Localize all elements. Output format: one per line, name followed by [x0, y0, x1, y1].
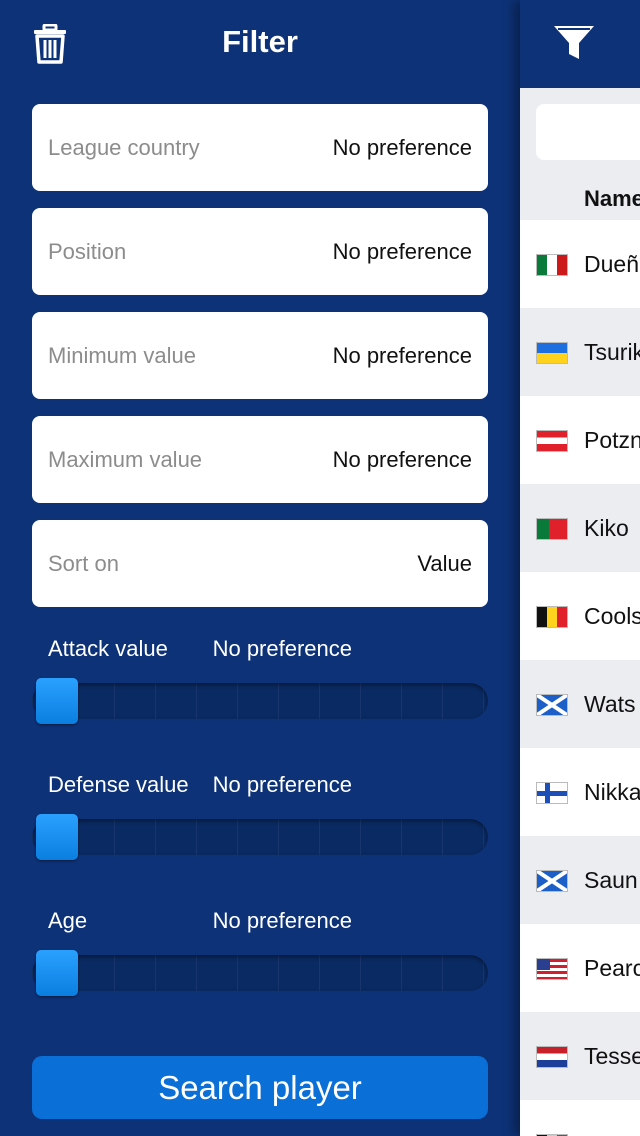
column-header-name[interactable]: Name [584, 186, 640, 212]
list-item[interactable]: Nikka [520, 748, 640, 836]
row-label: Position [48, 239, 127, 264]
belgium-flag-icon [536, 606, 568, 628]
defense-value-readout: No preference [212, 772, 352, 797]
filter-icon[interactable] [552, 20, 596, 64]
minimum-value-row[interactable]: Minimum value No preference [32, 312, 488, 399]
list-item[interactable]: Tsurik [520, 308, 640, 396]
row-value: No preference [332, 343, 472, 368]
age-slider-thumb[interactable] [36, 950, 78, 996]
sort-on-row[interactable]: Sort on Value [32, 520, 488, 607]
list-header [520, 0, 640, 88]
age-label: Age [48, 908, 88, 933]
defense-value-slider[interactable] [32, 819, 488, 855]
player-name: Potzn [584, 427, 640, 453]
search-player-button[interactable]: Search player [32, 1056, 488, 1119]
austria-flag-icon [536, 430, 568, 452]
position-row[interactable]: Position No preference [32, 208, 488, 295]
list-item[interactable]: Cools [520, 572, 640, 660]
list-toolbar: Name [520, 88, 640, 220]
list-item[interactable]: Tesse [520, 1012, 640, 1100]
age-slider[interactable] [32, 955, 488, 991]
attack-value-readout: No preference [212, 636, 352, 661]
row-label: Maximum value [48, 447, 203, 472]
player-name: Pearc [584, 955, 640, 981]
player-name: Tsurik [584, 339, 640, 365]
row-value: No preference [332, 135, 472, 160]
player-name: Wats [584, 691, 636, 717]
list-item[interactable]: Potzn [520, 396, 640, 484]
search-input[interactable] [536, 104, 640, 160]
defense-slider-thumb[interactable] [36, 814, 78, 860]
netherlands-flag-icon [536, 1046, 568, 1068]
portugal-flag-icon [536, 518, 568, 540]
page-title: Filter [222, 24, 298, 59]
attack-value-slider[interactable] [32, 683, 488, 719]
mexico-flag-icon [536, 254, 568, 276]
player-name: Tesse [584, 1043, 640, 1069]
ukraine-flag-icon [536, 342, 568, 364]
defense-value-label: Defense value [48, 772, 189, 797]
list-item[interactable]: Pearc [520, 924, 640, 1012]
league-country-row[interactable]: League country No preference [32, 104, 488, 191]
row-label: Sort on [48, 551, 119, 576]
list-item[interactable] [520, 1100, 640, 1136]
usa-flag-icon [536, 958, 568, 980]
row-value: Value [417, 551, 472, 576]
maximum-value-row[interactable]: Maximum value No preference [32, 416, 488, 503]
list-item[interactable]: Dueñ [520, 220, 640, 308]
player-name: Dueñ [584, 251, 639, 277]
scotland-flag-icon [536, 870, 568, 892]
list-item[interactable]: Saun [520, 836, 640, 924]
finland-flag-icon [536, 782, 568, 804]
player-list-panel: Name Dueñ Tsurik Potzn Kiko Cools Wats N… [520, 0, 640, 1136]
attack-value-label: Attack value [48, 636, 168, 661]
row-value: No preference [332, 239, 472, 264]
list-item[interactable]: Wats [520, 660, 640, 748]
row-label: Minimum value [48, 343, 196, 368]
player-name: Cools [584, 603, 640, 629]
age-readout: No preference [212, 908, 352, 933]
row-value: No preference [332, 447, 472, 472]
scotland-flag-icon [536, 694, 568, 716]
attack-slider-thumb[interactable] [36, 678, 78, 724]
filter-panel: Filter League country No preference Posi… [0, 0, 520, 1136]
row-label: League country [48, 135, 200, 160]
player-name: Nikka [584, 779, 640, 805]
player-name: Kiko [584, 515, 629, 541]
list-item[interactable]: Kiko [520, 484, 640, 572]
player-name: Saun [584, 867, 638, 893]
